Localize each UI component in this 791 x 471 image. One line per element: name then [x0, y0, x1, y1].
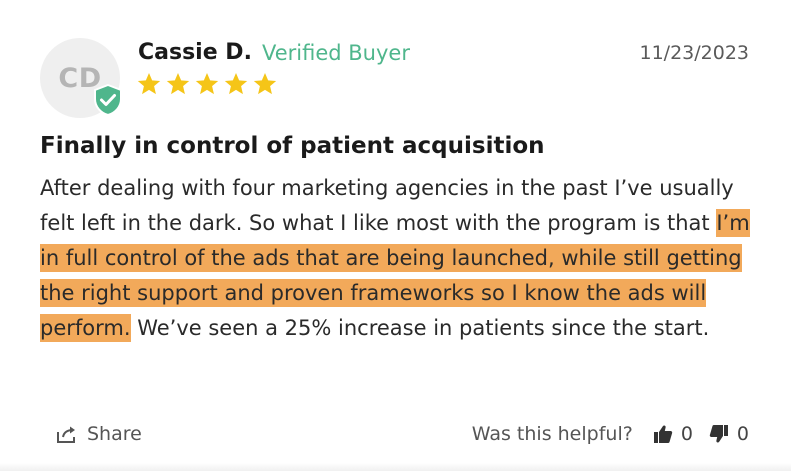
downvote-button[interactable]: 0: [709, 423, 749, 445]
star-icon: [195, 72, 219, 95]
thumbs-up-icon: [653, 425, 673, 443]
review-body-text: After dealing with four marketing agenci…: [40, 176, 734, 235]
star-icon: [253, 72, 277, 95]
thumbs-down-icon: [709, 425, 728, 443]
upvote-count: 0: [680, 423, 693, 445]
review-body-text-end: We’ve seen a 25% increase in patients si…: [130, 316, 710, 340]
share-label: Share: [87, 423, 142, 445]
star-icon: [224, 72, 248, 95]
star-rating: [136, 71, 278, 97]
verified-shield-icon: [94, 84, 122, 116]
share-button[interactable]: Share: [56, 423, 142, 445]
review-body: After dealing with four marketing agenci…: [40, 171, 770, 346]
star-icon: [137, 72, 161, 95]
review-date: 11/23/2023: [639, 42, 749, 64]
helpful-label: Was this helpful?: [471, 423, 633, 445]
review-title: Finally in control of patient acquisitio…: [40, 133, 545, 159]
review-card: CD Cassie D. Verified Buyer 11/23/2023 F…: [0, 0, 791, 471]
upvote-button[interactable]: 0: [653, 423, 693, 445]
downvote-count: 0: [736, 423, 749, 445]
helpful-section: Was this helpful? 0 0: [472, 423, 749, 445]
verified-buyer-label: Verified Buyer: [262, 41, 410, 65]
star-icon: [166, 72, 190, 95]
reviewer-name: Cassie D.: [138, 40, 252, 65]
share-icon: [57, 426, 75, 443]
